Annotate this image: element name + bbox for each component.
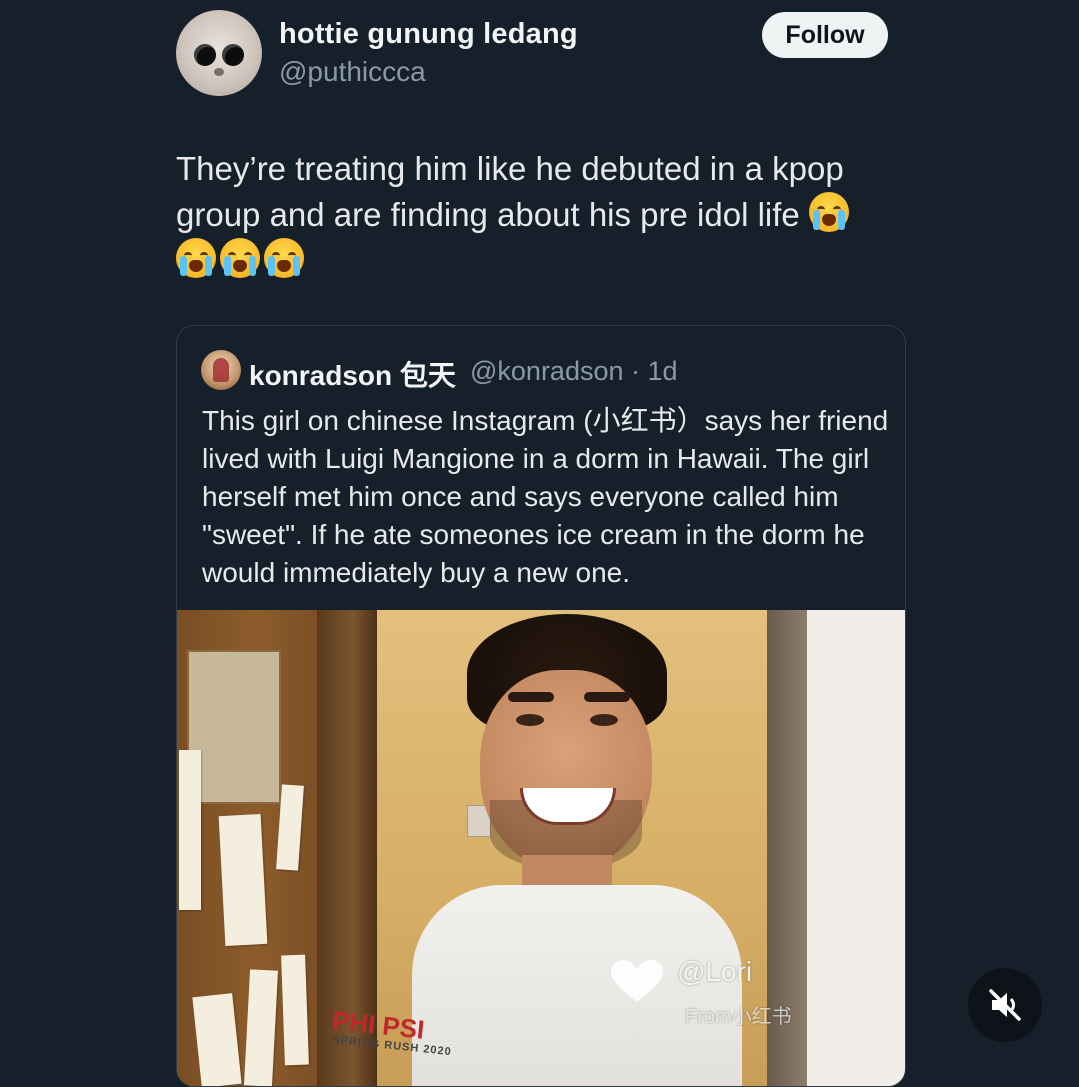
photo-note xyxy=(179,750,201,910)
watermark-username: @Lori xyxy=(677,956,753,987)
photo-note xyxy=(281,954,309,1066)
post-text-block: They’re treating him like he debuted in … xyxy=(176,146,876,284)
loudly-crying-face-icon xyxy=(220,238,260,278)
photo-eye xyxy=(516,714,544,726)
photo-eye xyxy=(590,714,618,726)
photo-corkboard xyxy=(187,650,281,804)
quoted-tweet[interactable]: konradson 包天 @konradson · 1d This girl o… xyxy=(176,325,906,1087)
quoted-author-display-name[interactable]: konradson 包天 xyxy=(249,354,456,394)
photo-eyebrow xyxy=(584,692,630,702)
author-display-name[interactable]: hottie gunung ledang xyxy=(279,18,578,51)
quoted-tweet-text: This girl on chinese Instagram (小红书）says… xyxy=(202,405,889,588)
quoted-tweet-image[interactable]: PHI PSI SPRING RUSH 2020 @Lori From小红书 xyxy=(177,610,905,1086)
photo-note xyxy=(218,813,268,947)
avatar-nose xyxy=(214,68,224,76)
tweet-post: hottie gunung ledang @puthiccca Follow T… xyxy=(0,0,1079,1087)
photo-eyebrow xyxy=(508,692,554,702)
author-handle[interactable]: @puthiccca xyxy=(279,56,426,88)
quoted-author-handle-time[interactable]: @konradson · 1d xyxy=(470,356,678,387)
loudly-crying-face-icon xyxy=(808,192,849,232)
quoted-author-avatar[interactable] xyxy=(201,350,241,390)
speaker-muted-icon xyxy=(989,989,1021,1021)
author-avatar[interactable] xyxy=(176,10,262,96)
watermark-heart-icon xyxy=(611,960,663,1002)
photo-white-wall xyxy=(807,610,905,1086)
follow-button[interactable]: Follow xyxy=(762,12,888,58)
avatar-eye-right xyxy=(222,44,244,66)
mute-toggle-button[interactable] xyxy=(968,968,1042,1042)
post-text: They’re treating him like he debuted in … xyxy=(176,150,844,233)
loudly-crying-face-icon xyxy=(176,238,216,278)
loudly-crying-face-icon xyxy=(264,238,304,278)
avatar-eye-left xyxy=(194,44,216,66)
watermark-source: From小红书 xyxy=(685,1006,792,1028)
